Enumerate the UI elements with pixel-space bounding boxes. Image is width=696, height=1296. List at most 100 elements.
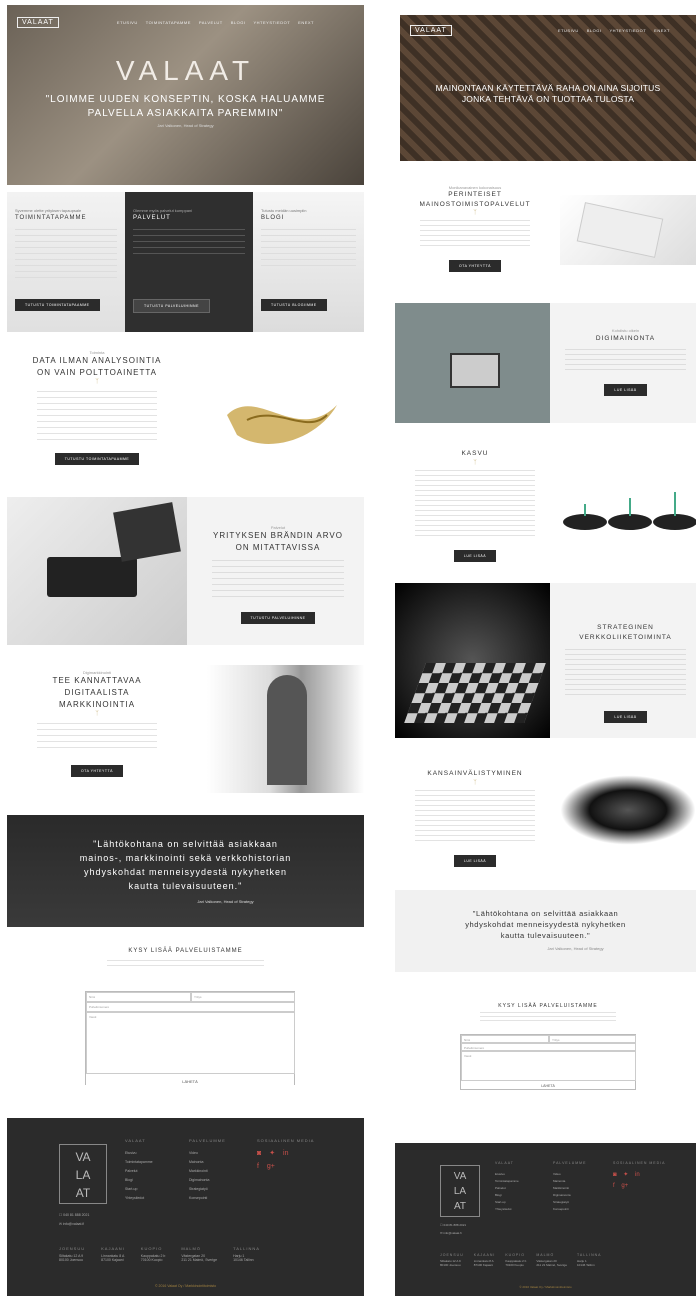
submit-button[interactable]: LÄHETÄ (86, 1079, 294, 1084)
menu-item-yhteystiedot[interactable]: YHTEYSTIEDOT (609, 28, 646, 33)
googleplus-icon[interactable]: g+ (267, 1163, 275, 1170)
section-button[interactable]: LUE LISÄÄ (453, 550, 497, 562)
office-kajaani: KAJAANI Linnankatu 8 A 87100 Kajaani (101, 1246, 125, 1262)
facebook-icon[interactable]: f (613, 1183, 615, 1189)
menu-item-etusivu[interactable]: ETUSIVU (558, 28, 579, 33)
divider-icon: ᛉ (473, 460, 477, 466)
footer-col-valaat: VALAAT Etusivu Toimintatapamme Palvelut … (495, 1161, 519, 1213)
section-button[interactable]: OTA YHTEYTTÄ (449, 260, 501, 272)
tile-text (15, 229, 117, 279)
quote-line: yhdyskohdat menneisyydestä nykyhetken (83, 867, 288, 877)
quote-author: Jari Valkonen, Head of Strategy (197, 899, 254, 904)
linkedin-icon[interactable]: in (283, 1150, 288, 1157)
phone-field[interactable]: Puhelinnumero (86, 1002, 295, 1012)
footer-link[interactable]: Toimintatapamme (125, 1158, 153, 1167)
hero-quote: "LOIMME UUDEN KONSEPTIN, KOSKA HALUAMME … (17, 93, 354, 121)
footer-link[interactable]: Digimainonta (189, 1176, 226, 1185)
menu-item-blogi[interactable]: BLOGI (587, 28, 602, 33)
linkedin-icon[interactable]: in (635, 1172, 640, 1178)
office-joensuu: JOENSUU Siltakatu 12 A 9 80100 Joensuu (440, 1253, 464, 1267)
footer-email[interactable]: ✉ info@valaat.fi (59, 1222, 84, 1226)
footer-phone[interactable]: ☐ 040 81 888 2021 (59, 1213, 89, 1217)
footer-col-valaat: VALAAT Etusivu Toimintatapamme Palvelut … (125, 1138, 153, 1203)
footer-link[interactable]: Markkinointi (189, 1167, 226, 1176)
footer-link[interactable]: Mainonta (553, 1178, 586, 1185)
hero-quote-line: "LOIMME UUDEN KONSEPTIN, KOSKA HALUAMME (45, 94, 326, 105)
menu-item-enext[interactable]: ENEXT (298, 20, 314, 25)
divider-icon: ᛉ (473, 780, 477, 786)
footer-link[interactable]: Etusivu (495, 1171, 519, 1178)
site-logo[interactable]: VALAAT (410, 24, 452, 36)
phone-field[interactable]: Puhelinnumero (461, 1043, 636, 1051)
section-button[interactable]: LUE LISÄÄ (604, 711, 647, 723)
name-field[interactable]: Nimi (461, 1035, 549, 1043)
hero-quote-right: MAINONTAAN KÄYTETTÄVÄ RAHA ON AINA SIJOI… (410, 83, 686, 105)
menu-item-palvelut[interactable]: PALVELUT (199, 20, 223, 25)
section-button[interactable]: LUE LISÄÄ (604, 384, 647, 396)
footer-link[interactable]: Yhteystiedot (125, 1194, 153, 1203)
section-text (420, 220, 530, 250)
footer-link[interactable]: Blogi (125, 1176, 153, 1185)
footer-link[interactable]: Video (553, 1171, 586, 1178)
contact-button[interactable]: OTA YHTEYTTÄ (71, 765, 123, 777)
section-text (37, 391, 157, 441)
facebook-icon[interactable]: f (257, 1163, 259, 1170)
section-button[interactable]: LUE LISÄÄ (453, 855, 497, 867)
company-field[interactable]: Yritys (549, 1035, 636, 1043)
footer-link[interactable]: Konsepointi (189, 1194, 226, 1203)
message-field[interactable]: Viesti (461, 1051, 636, 1081)
footer-link[interactable]: Yhteystiedot (495, 1206, 519, 1213)
section-title: DIGIMAINONTA (595, 335, 656, 342)
tile-title: PALVELUT (133, 215, 171, 221)
menu-item-enext[interactable]: ENEXT (654, 28, 670, 33)
footer-link[interactable]: Konsepointi (553, 1206, 586, 1213)
footer-link[interactable]: Palvelut (495, 1185, 519, 1192)
footer-link[interactable]: Digimainonta (553, 1192, 586, 1199)
tile-button[interactable]: TUTUSTU BLOGIIMME (261, 299, 327, 311)
office-tallinna: TALLINNA Harju 1 10146 Tallinn (233, 1246, 260, 1262)
copyright: © 2016 Valaat Oy / Markkinointitoimisto (154, 1284, 217, 1288)
data-button[interactable]: TUTUSTU TOIMINTATAPAAMME (54, 453, 140, 465)
footer-link[interactable]: Start-up (495, 1199, 519, 1206)
section-title: STRATEGINEN (597, 624, 654, 631)
twitter-icon[interactable]: ✦ (623, 1172, 628, 1178)
section-title: TEE KANNATTAVAA (52, 676, 142, 685)
footer-email[interactable]: ✉ info@valaat.fi (440, 1231, 462, 1235)
menu-item-yhteystiedot[interactable]: YHTEYSTIEDOT (253, 20, 290, 25)
footer-link[interactable]: Strategiatyö (553, 1199, 586, 1206)
hero-quote-line: PALVELLA ASIAKKAITA PAREMMIN" (87, 108, 284, 119)
site-logo[interactable]: VALAAT (17, 16, 59, 28)
footer-link[interactable]: Palvelut (125, 1167, 153, 1176)
menu-item-toimintatapamme[interactable]: TOIMINTATAPAMME (146, 20, 191, 25)
tile-kicker: Syvemme olette yrityksen tapaupsale (15, 208, 82, 213)
footer-link[interactable]: Mainonta (189, 1158, 226, 1167)
office-tallinna: TALLINNA Harju 1 10146 Tallinn (577, 1253, 602, 1267)
tile-button[interactable]: TUTUSTU TOIMINTATAPAAMME (15, 299, 100, 311)
submit-button[interactable]: LÄHETÄ (461, 1084, 635, 1088)
company-field[interactable]: Yritys (191, 992, 295, 1002)
hero-section-right: VALAAT ETUSIVU BLOGI YHTEYSTIEDOT ENEXT … (400, 15, 696, 161)
hero-quote-line: MAINONTAAN KÄYTETTÄVÄ RAHA ON AINA SIJOI… (435, 83, 661, 93)
footer-link[interactable]: Blogi (495, 1192, 519, 1199)
footer-phone[interactable]: ☐ 040 81 888 2021 (440, 1223, 466, 1227)
twitter-icon[interactable]: ✦ (269, 1150, 275, 1157)
footer-link[interactable]: Video (189, 1149, 226, 1158)
message-field[interactable]: Viesti (86, 1012, 295, 1074)
brand-button[interactable]: TUTUSTU PALVELUIHINNE (240, 612, 316, 624)
googleplus-icon[interactable]: g+ (621, 1183, 628, 1189)
footer-link[interactable]: Etusivu (125, 1149, 153, 1158)
section-title: MAINOSTOIMISTOPALVELUT (419, 201, 531, 208)
instagram-icon[interactable]: ◙ (613, 1172, 617, 1178)
footer-link[interactable]: Start-up (125, 1185, 153, 1194)
menu-item-etusivu[interactable]: ETUSIVU (117, 20, 138, 25)
tile-button[interactable]: TUTUSTU PALVELUIHINNE (133, 299, 210, 313)
name-field[interactable]: Nimi (86, 992, 191, 1002)
contact-section-right: KYSY LISÄÄ PALVELUISTAMME Nimi Yritys Pu… (400, 1002, 696, 1097)
footer-link[interactable]: Toimintatapamme (495, 1178, 519, 1185)
instagram-icon[interactable]: ◙ (257, 1150, 261, 1157)
footer-link[interactable]: Markkinointi (553, 1185, 586, 1192)
section-title: KASVU (461, 450, 489, 457)
footer-link[interactable]: Strategiatyö (189, 1185, 226, 1194)
menu-item-blogi[interactable]: BLOGI (231, 20, 246, 25)
office-malmo: MALMÖ Västergatan 20 211 21 Malmö, Sverige (536, 1253, 567, 1267)
